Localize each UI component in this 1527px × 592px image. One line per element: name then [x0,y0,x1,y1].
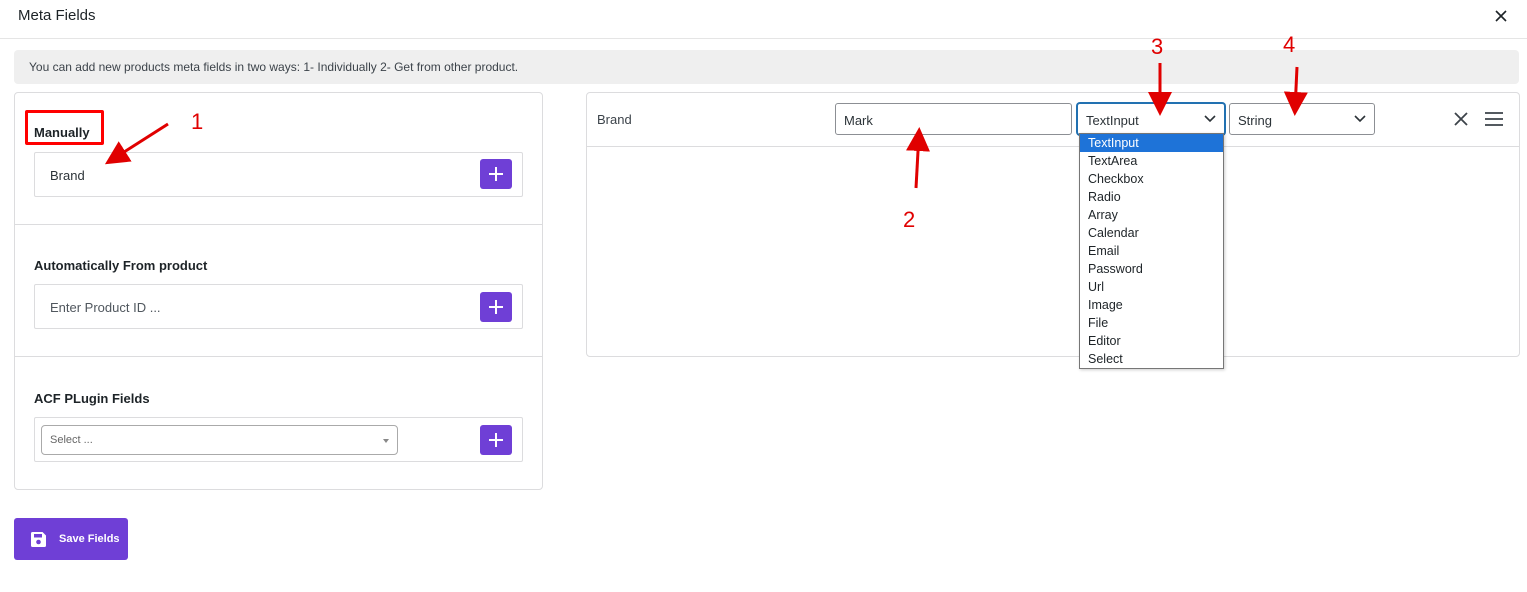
meta-fields-list: Brand Mark TextInput String [586,92,1520,357]
field-type-select[interactable]: TextInput [1077,103,1225,135]
row-divider [587,146,1519,147]
automatic-label: Automatically From product [34,258,208,273]
field-label-input[interactable]: Mark [835,103,1072,135]
acf-select[interactable]: Select ... [41,425,398,455]
dropdown-option[interactable]: Url [1080,278,1223,296]
add-from-product-button[interactable] [480,292,512,322]
acf-label: ACF PLugin Fields [34,391,150,406]
dropdown-option[interactable]: TextInput [1080,134,1223,152]
field-key: Brand [597,112,632,127]
annotation-number: 3 [1151,34,1164,59]
section-divider [15,356,542,357]
manual-field-input[interactable]: Brand [34,152,523,197]
dropdown-option[interactable]: Calendar [1080,224,1223,242]
add-acf-button[interactable] [480,425,512,455]
value-type-select[interactable]: String [1229,103,1375,135]
field-type-dropdown-list: TextInput TextArea Checkbox Radio Array Calen… [1079,133,1224,369]
save-fields-button[interactable]: Save Fields [14,518,128,560]
dropdown-option[interactable]: TextArea [1080,152,1223,170]
manual-field-value: Brand [50,168,85,183]
section-divider [15,224,542,225]
dropdown-option[interactable]: Array [1080,206,1223,224]
product-id-placeholder: Enter Product ID ... [50,300,161,315]
dropdown-option[interactable]: Editor [1080,332,1223,350]
chevron-down-icon [1204,115,1216,123]
annotation-number: 1 [191,109,204,134]
remove-field-icon[interactable] [1451,109,1471,129]
value-type-value: String [1238,113,1272,128]
info-text: You can add new products meta fields in … [29,60,519,74]
acf-field-row: Select ... [34,417,523,462]
annotation-number: 4 [1283,32,1296,57]
dropdown-option[interactable]: Email [1080,242,1223,260]
dropdown-option[interactable]: File [1080,314,1223,332]
chevron-down-icon [1354,115,1366,123]
dropdown-option[interactable]: Radio [1080,188,1223,206]
save-fields-label: Save Fields [59,533,120,545]
annotation-highlight [25,110,104,145]
field-type-value: TextInput [1086,113,1139,128]
floppy-disk-icon [30,531,47,548]
dropdown-option[interactable]: Image [1080,296,1223,314]
close-icon[interactable] [1490,5,1512,27]
dropdown-option[interactable]: Select [1080,350,1223,368]
acf-select-placeholder: Select ... [50,434,93,446]
modal-title: Meta Fields [18,7,96,24]
field-label-value: Mark [844,113,873,128]
modal-header: Meta Fields [0,0,1527,39]
drag-handle-icon[interactable] [1483,109,1505,129]
dropdown-option[interactable]: Checkbox [1080,170,1223,188]
add-fields-panel: Manually Brand Automatically From produc… [14,92,543,490]
annotation-number: 2 [903,207,916,232]
dropdown-option[interactable]: Password [1080,260,1223,278]
product-id-input[interactable]: Enter Product ID ... [34,284,523,329]
caret-down-icon [383,439,389,443]
add-manual-button[interactable] [480,159,512,189]
